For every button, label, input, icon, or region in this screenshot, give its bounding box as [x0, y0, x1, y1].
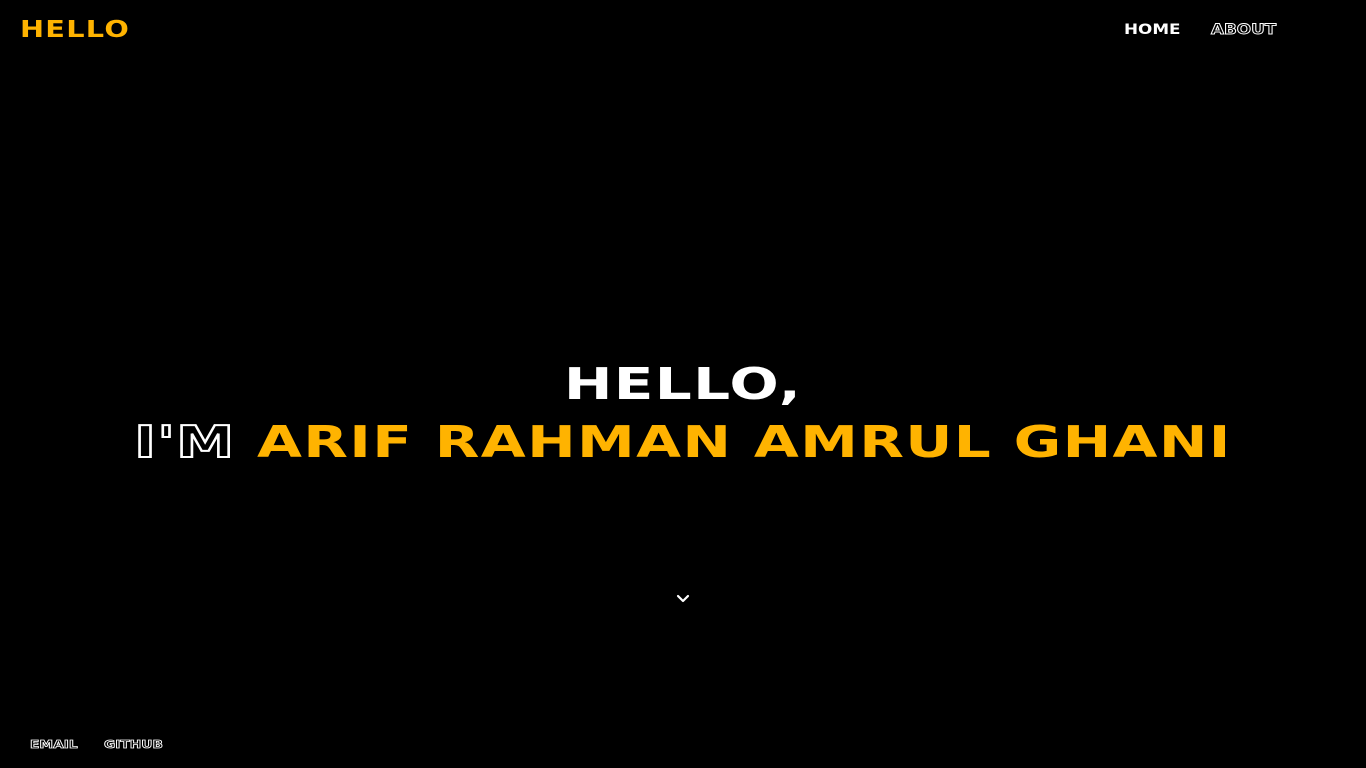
hero-name: ARIF RAHMAN AMRUL GHANI [256, 417, 1232, 468]
scroll-down-button[interactable] [675, 591, 691, 607]
email-link[interactable]: EMAIL [29, 737, 78, 753]
hero-intro-line: I'M ARIF RAHMAN AMRUL GHANI [0, 414, 1366, 472]
main-nav: HOME ABOUT [1124, 21, 1277, 39]
hero-section: HELLO, I'M ARIF RAHMAN AMRUL GHANI [0, 356, 1366, 472]
hero-intro-text: I'M [133, 416, 236, 469]
nav-about-link[interactable]: ABOUT [1211, 21, 1277, 39]
hero-greeting: HELLO, [563, 359, 803, 410]
logo-link[interactable]: HELLO [20, 16, 130, 44]
chevron-down-icon [676, 594, 690, 603]
footer-links: EMAIL GITHUB [29, 737, 163, 753]
nav-home-link[interactable]: HOME [1124, 21, 1181, 39]
github-link[interactable]: GITHUB [104, 737, 164, 753]
